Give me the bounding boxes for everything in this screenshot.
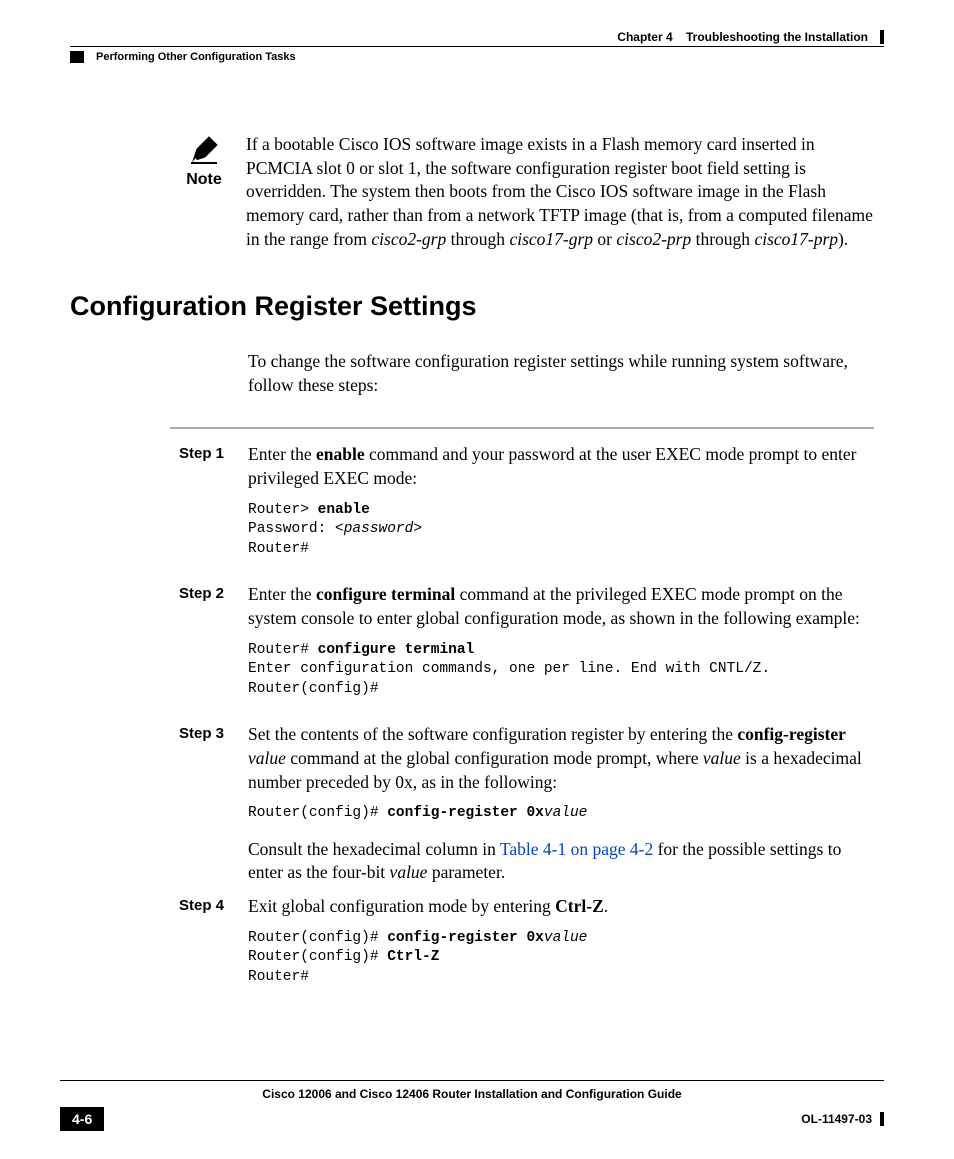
content-area: Note If a bootable Cisco IOS software im… bbox=[70, 133, 884, 1001]
step-3-label: Step 3 bbox=[170, 723, 224, 742]
note-it1: cisco2-grp bbox=[371, 229, 446, 249]
s3-code-l1b: config-register 0x bbox=[387, 805, 544, 821]
step-1-label: Step 1 bbox=[170, 443, 224, 462]
note-text: If a bootable Cisco IOS software image e… bbox=[246, 133, 874, 251]
s4-t2: . bbox=[604, 896, 608, 916]
step-3: Step 3 Set the contents of the software … bbox=[170, 723, 874, 885]
s2-t1: Enter the bbox=[248, 584, 316, 604]
chapter-title: Troubleshooting the Installation bbox=[686, 30, 868, 44]
s4-code-l2b: Ctrl-Z bbox=[387, 949, 439, 965]
page-footer: Cisco 12006 and Cisco 12406 Router Insta… bbox=[60, 1080, 884, 1131]
s1-code-l2a: Password: < bbox=[248, 521, 344, 537]
s3-post-t1: Consult the hexadecimal column in bbox=[248, 839, 500, 859]
pencil-icon bbox=[187, 133, 221, 167]
s2-code-l2: Enter configuration commands, one per li… bbox=[248, 661, 770, 677]
note-it2: cisco17-grp bbox=[509, 229, 593, 249]
s4-code-l3: Router# bbox=[248, 969, 309, 985]
s2-code-l1a: Router# bbox=[248, 642, 318, 658]
chapter-number: Chapter 4 bbox=[617, 30, 672, 44]
page: Chapter 4 Troubleshooting the Installati… bbox=[0, 0, 954, 1159]
note-label-column: Note bbox=[180, 133, 228, 189]
step-2: Step 2 Enter the configure terminal comm… bbox=[170, 583, 874, 713]
page-header: Chapter 4 Troubleshooting the Installati… bbox=[70, 30, 884, 44]
step-4-body: Exit global configuration mode by enteri… bbox=[248, 895, 874, 1001]
note-block: Note If a bootable Cisco IOS software im… bbox=[180, 133, 874, 251]
s1-code-l1a: Router> bbox=[248, 502, 318, 518]
s3-i1: value bbox=[248, 748, 286, 768]
note-seg4: through bbox=[691, 229, 754, 249]
note-it3: cisco2-prp bbox=[616, 229, 691, 249]
note-seg5: ). bbox=[838, 229, 848, 249]
step-1-body: Enter the enable command and your passwo… bbox=[248, 443, 874, 573]
s4-code-l1a: Router(config)# bbox=[248, 930, 387, 946]
header-section-row: Performing Other Configuration Tasks bbox=[70, 51, 884, 63]
s4-t1: Exit global configuration mode by enteri… bbox=[248, 896, 555, 916]
s3-b1: config-register bbox=[737, 724, 846, 744]
header-right: Chapter 4 Troubleshooting the Installati… bbox=[617, 30, 884, 44]
doc-id: OL-11497-03 bbox=[801, 1112, 872, 1126]
note-label: Note bbox=[186, 171, 222, 189]
step-2-body: Enter the configure terminal command at … bbox=[248, 583, 874, 713]
s1-code-l2c: > bbox=[413, 521, 422, 537]
s3-t3: command at the global configuration mode… bbox=[286, 748, 703, 768]
s3-code: Router(config)# config-register 0xvalue bbox=[248, 804, 874, 824]
step-3-body: Set the contents of the software configu… bbox=[248, 723, 874, 885]
footer-rule bbox=[60, 1080, 884, 1081]
s1-code-l1b: enable bbox=[318, 502, 370, 518]
step-1: Step 1 Enter the enable command and your… bbox=[170, 443, 874, 573]
table-ref-link[interactable]: Table 4-1 on page 4-2 bbox=[500, 839, 653, 859]
footer-bottom-row: 4-6 OL-11497-03 bbox=[60, 1107, 884, 1131]
s4-b1: Ctrl-Z bbox=[555, 896, 604, 916]
footer-book-title: Cisco 12006 and Cisco 12406 Router Insta… bbox=[60, 1087, 884, 1101]
s4-code-l1c: value bbox=[544, 930, 588, 946]
s2-code-l3: Router(config)# bbox=[248, 681, 379, 697]
s2-b1: configure terminal bbox=[316, 584, 455, 604]
s1-code-l2b: password bbox=[344, 521, 414, 537]
s1-code-l3: Router# bbox=[248, 541, 309, 557]
note-seg3: or bbox=[593, 229, 616, 249]
footer-decoration-bar bbox=[880, 1112, 884, 1126]
header-rule bbox=[70, 46, 884, 47]
step-4-label: Step 4 bbox=[170, 895, 224, 914]
s3-i2: value bbox=[703, 748, 741, 768]
note-seg2: through bbox=[446, 229, 509, 249]
note-it4: cisco17-prp bbox=[754, 229, 838, 249]
page-number: 4-6 bbox=[60, 1107, 104, 1131]
s4-code-l1b: config-register 0x bbox=[387, 930, 544, 946]
header-decoration-bar bbox=[880, 30, 884, 44]
s3-code-l1c: value bbox=[544, 805, 588, 821]
intro-text: To change the software configuration reg… bbox=[248, 350, 874, 397]
s2-code: Router# configure terminal Enter configu… bbox=[248, 641, 874, 700]
subheading: Configuration Register Settings bbox=[70, 291, 884, 322]
s1-t1: Enter the bbox=[248, 444, 316, 464]
s3-code-l1a: Router(config)# bbox=[248, 805, 387, 821]
s2-code-l1b: configure terminal bbox=[318, 642, 475, 658]
s1-code: Router> enable Password: <password> Rout… bbox=[248, 501, 874, 560]
section-label: Performing Other Configuration Tasks bbox=[96, 51, 296, 63]
s1-b1: enable bbox=[316, 444, 365, 464]
step-2-label: Step 2 bbox=[170, 583, 224, 602]
section-decoration-bar bbox=[70, 51, 84, 63]
s3-post-t3: parameter. bbox=[427, 862, 505, 882]
s3-post-i1: value bbox=[390, 862, 428, 882]
steps-rule bbox=[170, 427, 874, 429]
s3-t1: Set the contents of the software configu… bbox=[248, 724, 737, 744]
footer-right: OL-11497-03 bbox=[801, 1112, 884, 1126]
s4-code-l2a: Router(config)# bbox=[248, 949, 387, 965]
s4-code: Router(config)# config-register 0xvalue … bbox=[248, 929, 874, 988]
step-4: Step 4 Exit global configuration mode by… bbox=[170, 895, 874, 1001]
